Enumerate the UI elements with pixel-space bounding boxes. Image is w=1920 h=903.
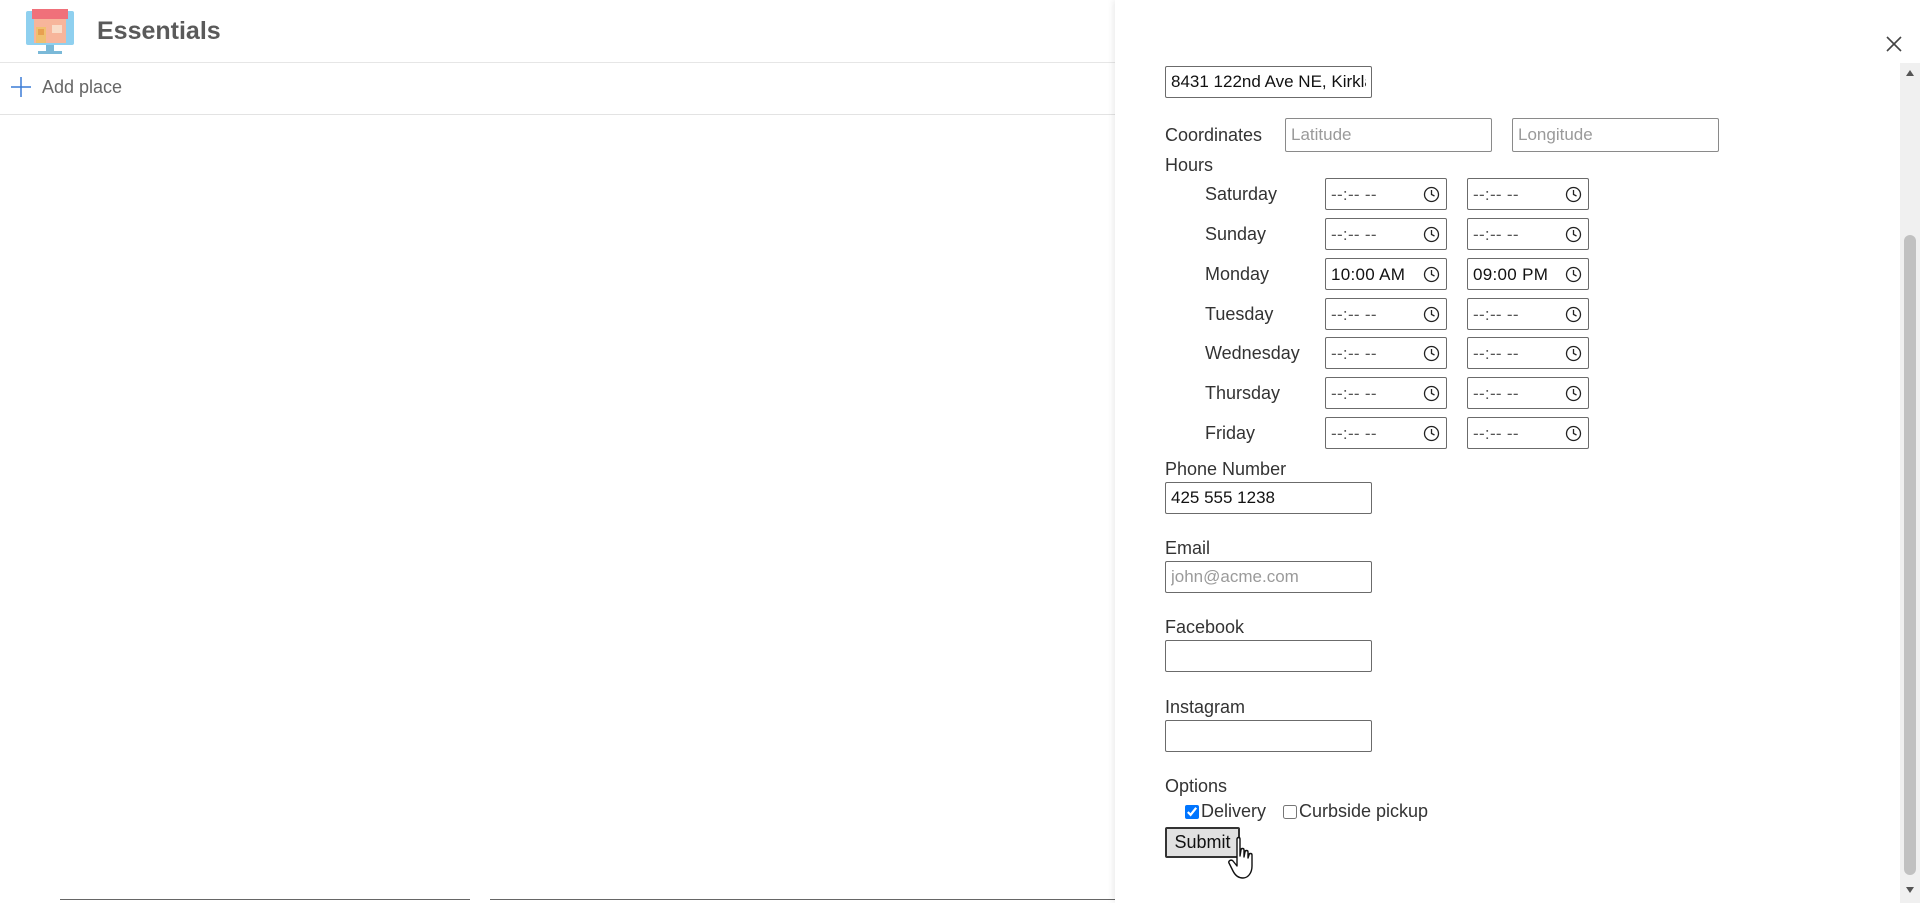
time-value: --:-- -- <box>1473 305 1519 324</box>
scroll-down-arrow-icon[interactable] <box>1905 885 1915 895</box>
wednesday-close-time[interactable]: --:-- -- <box>1467 337 1589 369</box>
time-value: --:-- -- <box>1331 225 1377 244</box>
facebook-input[interactable] <box>1165 640 1372 672</box>
time-value: --:-- -- <box>1331 305 1377 324</box>
friday-open-time[interactable]: --:-- -- <box>1325 417 1447 449</box>
email-label: Email <box>1165 538 1211 558</box>
saturday-close-time[interactable]: --:-- -- <box>1467 178 1589 210</box>
clock-icon[interactable] <box>1565 226 1582 243</box>
time-value: --:-- -- <box>1473 384 1519 403</box>
clock-icon[interactable] <box>1565 266 1582 283</box>
curbside-checkbox[interactable] <box>1283 804 1297 819</box>
facebook-label: Facebook <box>1165 617 1245 637</box>
clock-icon[interactable] <box>1423 306 1440 323</box>
day-label-wednesday: Wednesday <box>1205 343 1300 363</box>
time-value: --:-- -- <box>1473 344 1519 363</box>
thursday-open-time[interactable]: --:-- -- <box>1325 377 1447 409</box>
day-label-sunday: Sunday <box>1205 224 1267 244</box>
scroll-up-arrow-icon[interactable] <box>1905 68 1915 78</box>
delivery-checkbox[interactable] <box>1185 804 1199 819</box>
time-value: --:-- -- <box>1473 185 1519 204</box>
scroll-thumb[interactable] <box>1904 235 1916 875</box>
clock-icon[interactable] <box>1565 425 1582 442</box>
day-label-thursday: Thursday <box>1205 383 1281 403</box>
monday-close-time[interactable]: 09:00 PM <box>1467 258 1589 290</box>
address-input[interactable] <box>1165 66 1372 98</box>
clock-icon[interactable] <box>1423 266 1440 283</box>
monday-open-time[interactable]: 10:00 AM <box>1325 258 1447 290</box>
delivery-option[interactable]: Delivery <box>1185 801 1266 822</box>
storefront-monitor-icon <box>26 9 74 54</box>
clock-icon[interactable] <box>1565 345 1582 362</box>
bottom-divider <box>60 899 470 900</box>
curbside-option[interactable]: Curbside pickup <box>1283 801 1428 822</box>
saturday-open-time[interactable]: --:-- -- <box>1325 178 1447 210</box>
instagram-label: Instagram <box>1165 697 1246 717</box>
clock-icon[interactable] <box>1423 425 1440 442</box>
longitude-input[interactable] <box>1512 118 1719 152</box>
hand-pointer-cursor-icon <box>1228 836 1253 879</box>
clock-icon[interactable] <box>1423 345 1440 362</box>
clock-icon[interactable] <box>1423 385 1440 402</box>
clock-icon[interactable] <box>1423 186 1440 203</box>
hours-label: Hours <box>1165 155 1214 175</box>
time-value: --:-- -- <box>1331 344 1377 363</box>
clock-icon[interactable] <box>1565 186 1582 203</box>
time-value: --:-- -- <box>1331 384 1377 403</box>
wednesday-open-time[interactable]: --:-- -- <box>1325 337 1447 369</box>
thursday-close-time[interactable]: --:-- -- <box>1467 377 1589 409</box>
curbside-label: Curbside pickup <box>1299 801 1429 821</box>
plus-icon <box>11 77 31 97</box>
panel-scrollbar[interactable] <box>1900 63 1920 903</box>
email-input[interactable] <box>1165 561 1372 593</box>
sunday-open-time[interactable]: --:-- -- <box>1325 218 1447 250</box>
bottom-divider <box>490 899 1115 900</box>
app-title: Essentials <box>97 17 221 45</box>
instagram-input[interactable] <box>1165 720 1372 752</box>
time-value: --:-- -- <box>1473 424 1519 443</box>
close-icon[interactable] <box>1880 30 1908 58</box>
phone-number-input[interactable] <box>1165 482 1372 514</box>
time-value: --:-- -- <box>1331 424 1377 443</box>
time-value: 10:00 AM <box>1331 265 1406 284</box>
clock-icon[interactable] <box>1565 385 1582 402</box>
clock-icon[interactable] <box>1423 226 1440 243</box>
add-place-panel: Coordinates Hours Saturday --:-- -- --:-… <box>1115 0 1920 903</box>
time-value: --:-- -- <box>1473 225 1519 244</box>
coordinates-label: Coordinates <box>1165 125 1263 145</box>
delivery-label: Delivery <box>1201 801 1267 821</box>
latitude-input[interactable] <box>1285 118 1492 152</box>
options-label: Options <box>1165 776 1228 796</box>
time-value: --:-- -- <box>1331 185 1377 204</box>
clock-icon[interactable] <box>1565 306 1582 323</box>
phone-number-label: Phone Number <box>1165 459 1287 479</box>
day-label-tuesday: Tuesday <box>1205 304 1274 324</box>
friday-close-time[interactable]: --:-- -- <box>1467 417 1589 449</box>
tuesday-open-time[interactable]: --:-- -- <box>1325 298 1447 330</box>
sunday-close-time[interactable]: --:-- -- <box>1467 218 1589 250</box>
day-label-friday: Friday <box>1205 423 1256 443</box>
add-place-label: Add place <box>42 76 123 97</box>
add-place-button[interactable]: Add place <box>10 76 122 98</box>
time-value: 09:00 PM <box>1473 265 1549 284</box>
tuesday-close-time[interactable]: --:-- -- <box>1467 298 1589 330</box>
day-label-monday: Monday <box>1205 264 1270 284</box>
day-label-saturday: Saturday <box>1205 184 1278 204</box>
